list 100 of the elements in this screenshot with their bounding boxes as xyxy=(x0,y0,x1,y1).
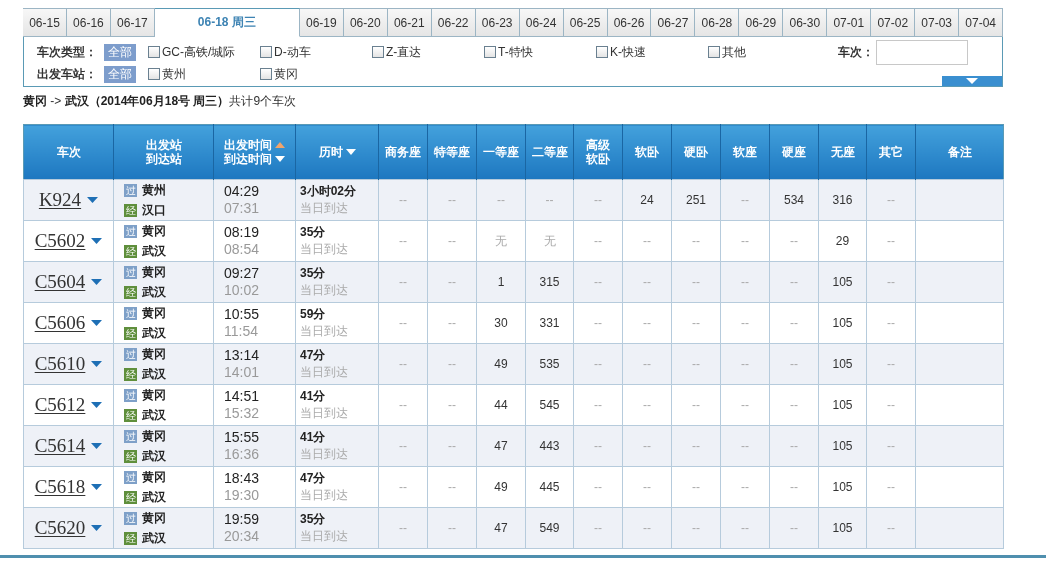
seat-cell: 30 xyxy=(476,302,526,344)
duration: 3小时02分 xyxy=(300,183,357,200)
seat-cell: 534 xyxy=(769,179,819,221)
date-tab[interactable]: 06-29 xyxy=(739,8,784,37)
seat-cell: -- xyxy=(573,507,623,549)
seat-cell: -- xyxy=(671,220,721,262)
via-badge: 经 xyxy=(124,367,137,381)
train-number-link[interactable]: C5604 xyxy=(34,271,86,293)
seat-cell: -- xyxy=(573,466,623,508)
seat-cell: -- xyxy=(476,179,526,221)
seat-cell: -- xyxy=(427,261,477,303)
checkbox-label[interactable]: K-快速 xyxy=(610,43,646,61)
checkbox[interactable] xyxy=(596,46,608,58)
checkbox-label[interactable]: GC-高铁/城际 xyxy=(162,43,236,61)
caret-icon[interactable] xyxy=(91,279,103,285)
date-tab[interactable]: 07-03 xyxy=(915,8,960,37)
header-text: 软卧 xyxy=(635,145,659,159)
arrival-time: 07:31 xyxy=(224,200,260,217)
date-tab[interactable]: 06-24 xyxy=(519,8,564,37)
expand-toggle[interactable] xyxy=(942,76,1002,86)
checkbox[interactable] xyxy=(372,46,384,58)
date-tab[interactable]: 06-16 xyxy=(66,8,111,37)
date-tab[interactable]: 06-21 xyxy=(387,8,432,37)
checkbox[interactable] xyxy=(260,46,272,58)
caret-icon[interactable] xyxy=(91,525,103,531)
train-number-link[interactable]: C5602 xyxy=(34,230,86,252)
seat-cell: -- xyxy=(427,466,477,508)
header-text: 历时 xyxy=(318,145,343,159)
caret-icon[interactable] xyxy=(87,197,99,203)
seat-cell: -- xyxy=(573,384,623,426)
via-badge: 经 xyxy=(124,244,137,258)
checkbox-label[interactable]: D-动车 xyxy=(274,43,311,61)
header-text: 高级 xyxy=(586,138,610,152)
sort-down-icon[interactable] xyxy=(345,149,356,155)
station-name: 武汉 xyxy=(142,242,166,260)
checkbox[interactable] xyxy=(148,68,160,80)
departure-time: 15:55 xyxy=(224,429,260,446)
date-tab[interactable]: 06-19 xyxy=(299,8,344,37)
date-tab[interactable]: 07-04 xyxy=(959,8,1004,37)
checkbox-label[interactable]: 黄州 xyxy=(162,65,186,83)
train-number-link[interactable]: C5606 xyxy=(34,312,86,334)
caret-icon[interactable] xyxy=(91,320,103,326)
caret-icon[interactable] xyxy=(91,443,103,449)
date-tab[interactable]: 06-27 xyxy=(651,8,696,37)
checkbox[interactable] xyxy=(484,46,496,58)
date-tab[interactable]: 06-15 xyxy=(23,8,67,37)
header-text: 软座 xyxy=(733,145,757,159)
checkbox-label[interactable]: 黄冈 xyxy=(274,65,298,83)
date-tab[interactable]: 06-23 xyxy=(475,8,520,37)
checkbox[interactable] xyxy=(148,46,160,58)
seat-cell: -- xyxy=(378,425,428,467)
train-number-link[interactable]: C5618 xyxy=(34,476,86,498)
pass-badge: 过 xyxy=(124,306,137,320)
departure-time: 04:29 xyxy=(224,183,260,200)
checkbox-label[interactable]: T-特快 xyxy=(498,43,533,61)
caret-icon[interactable] xyxy=(91,238,103,244)
date-tab[interactable]: 06-18 周三 xyxy=(154,8,300,37)
caret-icon[interactable] xyxy=(91,484,103,490)
duration: 41分 xyxy=(300,429,326,446)
departure-time: 14:51 xyxy=(224,388,260,405)
date-tab[interactable]: 06-26 xyxy=(607,8,652,37)
station-name: 黄冈 xyxy=(142,509,166,527)
train-number-link[interactable]: C5614 xyxy=(34,435,86,457)
seat-cell: -- xyxy=(769,384,819,426)
arrival-day: 当日到达 xyxy=(300,405,348,422)
station-name: 武汉 xyxy=(142,488,166,506)
train-number-link[interactable]: C5612 xyxy=(34,394,86,416)
seat-cell: 24 xyxy=(622,179,672,221)
seat-cell: -- xyxy=(622,425,672,467)
date-tab[interactable]: 06-20 xyxy=(343,8,388,37)
checkbox-label[interactable]: 其他 xyxy=(722,43,746,61)
station-name: 武汉 xyxy=(142,406,166,424)
caret-icon[interactable] xyxy=(91,361,103,367)
train-number-field[interactable] xyxy=(876,40,968,65)
seat-cell: -- xyxy=(427,425,477,467)
pass-badge: 过 xyxy=(124,429,137,443)
seat-cell: -- xyxy=(720,384,770,426)
date-tab[interactable]: 06-22 xyxy=(431,8,476,37)
checkbox[interactable] xyxy=(260,68,272,80)
caret-icon[interactable] xyxy=(91,402,103,408)
checkbox-label[interactable]: Z-直达 xyxy=(386,43,422,61)
seat-cell: -- xyxy=(866,425,916,467)
seat-cell: -- xyxy=(427,179,477,221)
date-tab[interactable]: 06-30 xyxy=(783,8,828,37)
date-tab[interactable]: 06-28 xyxy=(695,8,740,37)
sort-down-icon[interactable] xyxy=(275,156,285,162)
date-tab[interactable]: 06-17 xyxy=(110,8,155,37)
seat-cell: -- xyxy=(427,343,477,385)
date-tab[interactable]: 07-01 xyxy=(827,8,872,37)
header-text: 到达站 xyxy=(145,152,182,166)
date-tab[interactable]: 07-02 xyxy=(871,8,916,37)
train-number-link[interactable]: K924 xyxy=(38,189,82,211)
checkbox[interactable] xyxy=(708,46,720,58)
seat-cell: -- xyxy=(378,302,428,344)
train-number-link[interactable]: C5610 xyxy=(34,353,86,375)
duration: 59分 xyxy=(300,306,326,323)
train-number-link[interactable]: C5620 xyxy=(34,517,86,539)
seat-cell: -- xyxy=(671,343,721,385)
date-tab[interactable]: 06-25 xyxy=(563,8,608,37)
station-name: 汉口 xyxy=(142,201,166,219)
